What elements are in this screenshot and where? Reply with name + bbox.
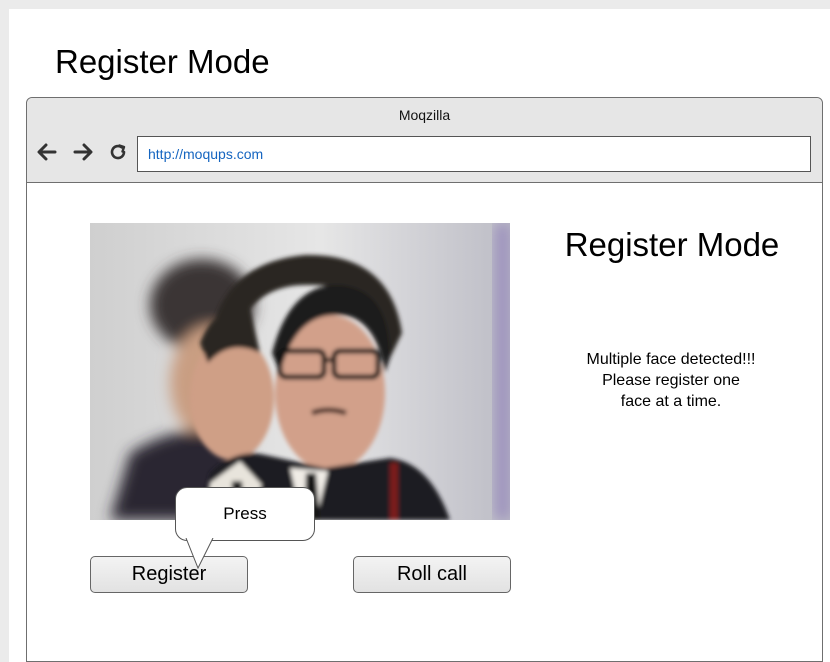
page-title: Register Mode [55,43,270,80]
camera-preview-image [90,223,510,520]
page-canvas: Register Mode Moqzilla http://moqups.com… [9,9,830,662]
url-input[interactable] [137,136,811,172]
message-line: Please register one [602,372,740,389]
browser-title: Moqzilla [398,107,451,123]
browser-toolbar: Moqzilla [27,98,822,183]
callout-pointer [185,538,214,570]
message-line: Multiple face detected!!! [586,351,756,368]
detection-message: Multiple face detected!!! Please registe… [532,349,810,412]
reload-icon[interactable] [107,141,129,163]
message-line: face at a time. [620,393,722,410]
register-button[interactable]: Register [90,556,248,593]
arrow-left-icon[interactable] [36,141,58,163]
content-heading: Register Mode [564,226,780,263]
arrow-right-icon[interactable] [72,141,94,163]
browser-window: Moqzilla http://moqups.com Register Mode… [26,97,823,662]
roll-call-button[interactable]: Roll call [353,556,511,593]
press-callout: Press [175,487,315,541]
